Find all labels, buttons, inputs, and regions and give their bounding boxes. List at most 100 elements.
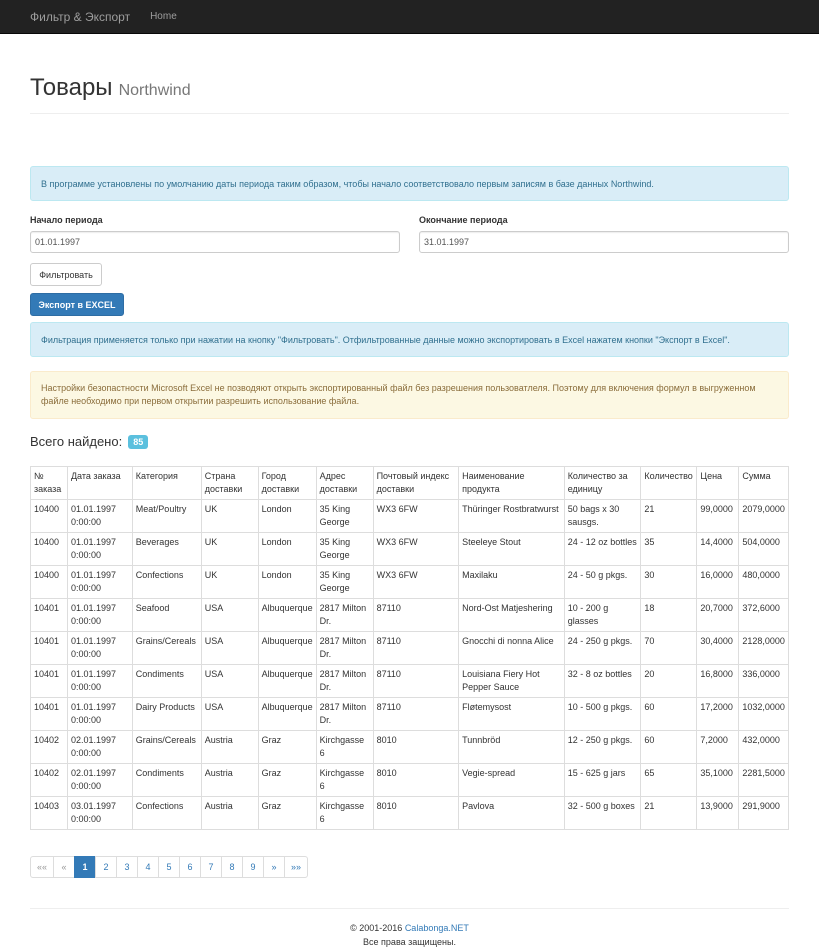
table-cell: 336,0000 [738,664,789,698]
column-header: Почтовый индекс доставки [372,466,460,500]
pagination-page-1[interactable]: 1 [74,856,97,878]
column-header: Количество за единицу [563,466,642,500]
filter-button[interactable]: Фильтровать [30,263,102,286]
table-cell: 8010 [372,796,460,830]
table-cell: 87110 [372,664,460,698]
table-cell: UK [200,565,259,599]
table-cell: 32 - 500 g boxes [563,796,642,830]
table-cell: 1032,0000 [738,697,789,731]
table-cell: Gnocchi di nonna Alice [458,631,565,665]
table-cell: 2817 Milton Dr. [315,598,374,632]
pagination-page-9[interactable]: 9 [242,856,265,878]
table-cell: Vegie-spread [458,763,565,797]
table-cell: 20,7000 [696,598,740,632]
table-cell: Condiments [131,664,202,698]
export-excel-button[interactable]: Экспорт в EXCEL [30,293,124,316]
table-cell: 32 - 8 oz bottles [563,664,642,698]
table-cell: 65 [640,763,698,797]
column-header: Страна доставки [200,466,259,500]
pagination-next[interactable]: » [263,856,286,878]
table-cell: 35 King George [315,499,374,533]
pagination-page-6[interactable]: 6 [179,856,202,878]
table-cell: 10 - 500 g pkgs. [563,697,642,731]
table-cell: 03.01.1997 0:00:00 [66,796,133,830]
table-cell: Albuquerque [257,631,317,665]
table-cell: 35,1000 [696,763,740,797]
pagination-last[interactable]: »» [284,856,309,878]
column-header: № заказа [30,466,68,500]
table-cell: 30 [640,565,698,599]
table-cell: Tunnbröd [458,730,565,764]
footer: © 2001-2016 Calabonga.NET Все права защи… [30,921,789,949]
nav-home-link[interactable]: Home [150,11,177,22]
table-cell: 35 King George [315,565,374,599]
start-period-value: 01.01.1997 [35,237,81,247]
table-cell: USA [200,598,259,632]
table-cell: Graz [257,730,317,764]
navbar-brand[interactable]: Фильтр & Экспорт [30,10,130,24]
table-cell: 99,0000 [696,499,740,533]
footer-copyright: © 2001-2016 [350,923,403,933]
table-cell: London [257,532,317,566]
table-cell: 60 [640,730,698,764]
table-cell: 16,8000 [696,664,740,698]
table-cell: 2817 Milton Dr. [315,664,374,698]
table-cell: 21 [640,499,698,533]
table-cell: 24 - 12 oz bottles [563,532,642,566]
top-navbar: Фильтр & Экспорт Home [0,0,819,34]
pagination-first[interactable]: «« [30,856,55,878]
table-cell: Confections [131,565,202,599]
table-row: 10400 01.01.1997 0:00:00 Beverages UK London… [30,532,789,566]
table-cell: Condiments [131,763,202,797]
table-cell: 17,2000 [696,697,740,731]
table-cell: USA [200,631,259,665]
table-cell: Grains/Cereals [131,631,202,665]
table-cell: Austria [200,796,259,830]
table-cell: USA [200,697,259,731]
period-info-alert: В программе установлены по умолчанию дат… [30,166,789,201]
table-cell: 10401 [30,697,68,731]
table-cell: 24 - 50 g pkgs. [563,565,642,599]
table-cell: Albuquerque [257,664,317,698]
table-cell: Albuquerque [257,598,317,632]
footer-company-link[interactable]: Calabonga.NET [405,923,469,933]
table-row: 10400 01.01.1997 0:00:00 Confections UK Lond… [30,565,789,599]
table-cell: 01.01.1997 0:00:00 [66,532,133,566]
table-cell: 01.01.1997 0:00:00 [66,499,133,533]
table-row: 10401 01.01.1997 0:00:00 Grains/Cereals USA… [30,631,789,665]
pagination-page-8[interactable]: 8 [221,856,244,878]
table-cell: Kirchgasse 6 [315,730,374,764]
table-cell: 10401 [30,664,68,698]
page-header: Товары Northwind [30,74,789,114]
table-row: 10402 02.01.1997 0:00:00 Grains/Cereals Aus… [30,730,789,764]
table-cell: 01.01.1997 0:00:00 [66,565,133,599]
pagination-page-5[interactable]: 5 [158,856,181,878]
table-cell: Albuquerque [257,697,317,731]
column-header: Наименование продукта [458,466,565,500]
table-cell: 480,0000 [738,565,789,599]
table-cell: UK [200,532,259,566]
table-cell: 15 - 625 g jars [563,763,642,797]
pagination-page-7[interactable]: 7 [200,856,223,878]
page-subtitle: Northwind [118,82,191,99]
pagination-prev[interactable]: « [53,856,76,878]
table-cell: Pavlova [458,796,565,830]
main-container: Товары Northwind В программе установлены… [30,74,789,947]
footer-copyright-line: © 2001-2016 Calabonga.NET [30,921,789,935]
table-cell: 24 - 250 g pkgs. [563,631,642,665]
pagination-page-4[interactable]: 4 [137,856,160,878]
table-cell: 10400 [30,565,68,599]
table-cell: 14,4000 [696,532,740,566]
pagination-page-3[interactable]: 3 [116,856,139,878]
table-cell: 2817 Milton Dr. [315,697,374,731]
filter-info-text: Фильтрация применяется только при нажати… [41,334,730,345]
table-cell: 02.01.1997 0:00:00 [66,763,133,797]
table-cell: 01.01.1997 0:00:00 [66,598,133,632]
table-cell: Confections [131,796,202,830]
pagination-page-2[interactable]: 2 [95,856,118,878]
column-header: Количество [640,466,698,500]
table-cell: 10401 [30,598,68,632]
end-period-input[interactable]: 31.01.1997 [419,231,789,253]
start-period-input[interactable]: 01.01.1997 [30,231,400,253]
footer-rights: Все права защищены. [363,937,456,947]
